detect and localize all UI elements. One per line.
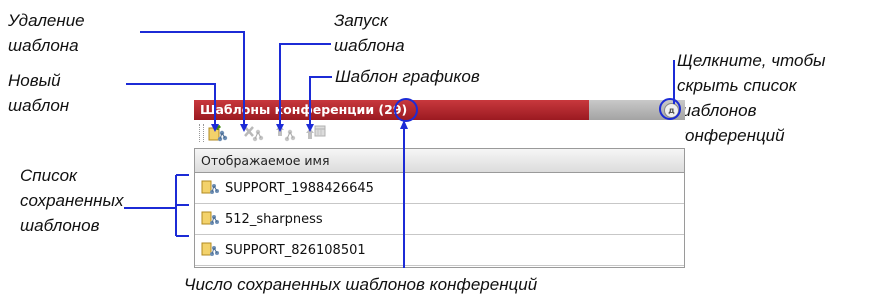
connector-launch [279,43,331,128]
connector-schedule [309,76,332,128]
connector-delete [140,31,245,128]
collapse-highlight-ring [659,98,681,120]
callout-connectors [124,31,681,268]
count-highlight-ring [394,98,418,122]
connector-new [126,83,216,128]
